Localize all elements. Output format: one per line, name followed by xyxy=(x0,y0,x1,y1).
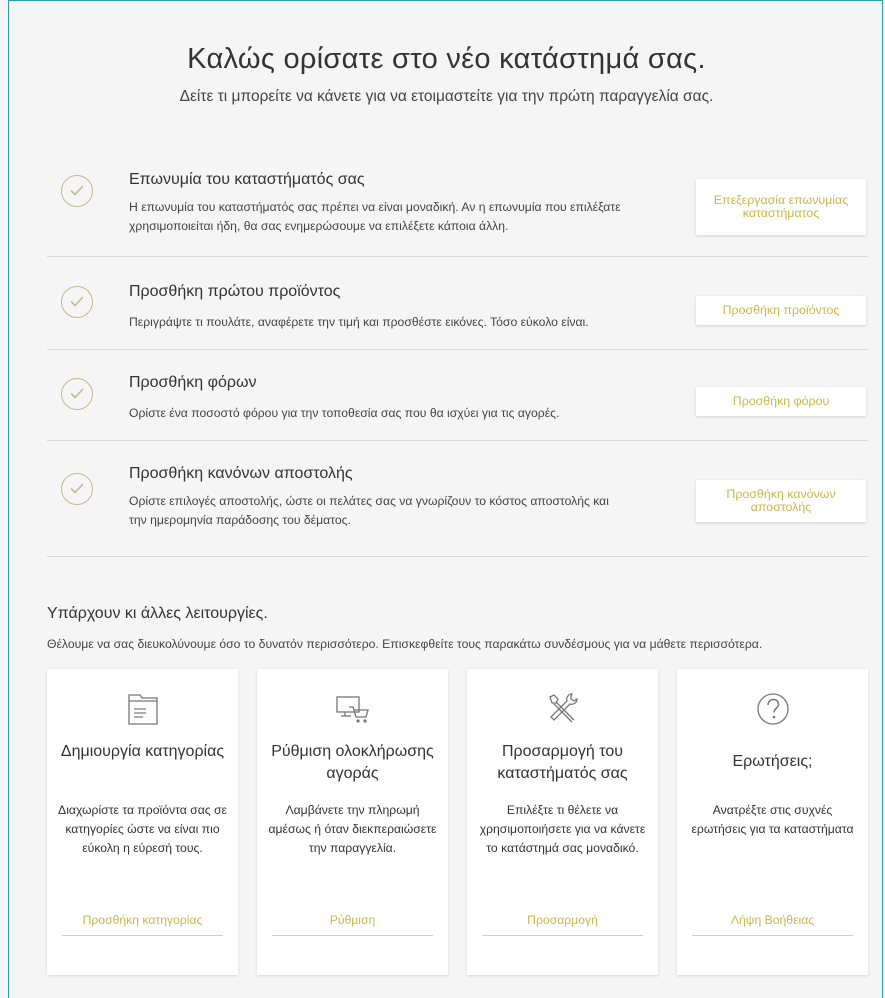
tools-icon xyxy=(467,689,658,729)
edit-store-name-button[interactable]: Επεξεργασία επωνυμίας καταστήματος xyxy=(696,179,866,235)
step-title: Προσθήκη πρώτου προϊόντος xyxy=(129,283,341,300)
card-title: Προσαρμογή του καταστήματός σας xyxy=(497,743,628,782)
card-description: Επιλέξτε τι θέλετε να χρησιμοποιήσετε γι… xyxy=(479,803,646,855)
folder-icon xyxy=(47,689,238,729)
step-description-line: Ορίστε επιλογές αποστολής, ώστε οι πελάτ… xyxy=(129,494,609,508)
card-questions: Ερωτήσεις; Ανατρέξτε στις συχνές ερωτήσε… xyxy=(677,669,868,975)
step-description-line: την ημερομηνία παράδοσης του δέματος. xyxy=(129,513,351,527)
step-shipping-rules: Προσθήκη κανόνων αποστολής Ορίστε επιλογ… xyxy=(47,441,868,557)
page-header: Καλώς ορίσατε στο νέο κατάστημά σας. Δεί… xyxy=(9,43,884,106)
setup-steps: Επωνυμία του καταστήματός σας Η επωνυμία… xyxy=(47,161,868,557)
page-title: Καλώς ορίσατε στο νέο κατάστημά σας. xyxy=(187,43,706,75)
check-circle-icon xyxy=(61,378,93,410)
card-create-category: Δημιουργία κατηγορίας Διαχωρίστε τα προϊ… xyxy=(47,669,238,975)
more-features: Υπάρχουν κι άλλες λειτουργίες. Θέλουμε ν… xyxy=(47,605,877,651)
add-category-link[interactable]: Προσθήκη κατηγορίας xyxy=(62,913,223,936)
card-title: Ερωτήσεις; xyxy=(732,753,813,770)
page-frame: Καλώς ορίσατε στο νέο κατάστημά σας. Δεί… xyxy=(8,0,883,998)
step-first-product: Προσθήκη πρώτου προϊόντος Περιγράψτε τι … xyxy=(47,257,868,350)
step-description: Ορίστε επιλογές αποστολής, ώστε οι πελάτ… xyxy=(129,492,669,530)
card-description: Λαμβάνετε την πληρωμή αμέσως ή όταν διεκ… xyxy=(268,803,437,855)
check-circle-icon xyxy=(61,175,93,207)
step-taxes: Προσθήκη φόρων Ορίστε ένα ποσοστό φόρου … xyxy=(47,350,868,441)
more-features-description: Θέλουμε να σας διευκολύνουμε όσο το δυνα… xyxy=(47,637,763,651)
check-circle-icon xyxy=(61,286,93,318)
step-text: Προσθήκη πρώτου προϊόντος Περιγράψτε τι … xyxy=(129,283,669,332)
setup-link[interactable]: Ρύθμιση xyxy=(272,913,433,936)
question-icon xyxy=(677,689,868,729)
more-features-title: Υπάρχουν κι άλλες λειτουργίες. xyxy=(47,605,268,622)
step-title: Προσθήκη φόρων xyxy=(129,374,257,391)
step-description: Ορίστε ένα ποσοστό φόρου για την τοποθεσ… xyxy=(129,406,560,420)
step-text: Επωνυμία του καταστήματός σας Η επωνυμία… xyxy=(129,171,669,236)
step-text: Προσθήκη φόρων Ορίστε ένα ποσοστό φόρου … xyxy=(129,374,669,423)
step-title: Επωνυμία του καταστήματός σας xyxy=(129,171,365,188)
check-circle-icon xyxy=(61,473,93,505)
card-description: Διαχωρίστε τα προϊόντα σας σε κατηγορίες… xyxy=(58,803,227,855)
step-text: Προσθήκη κανόνων αποστολής Ορίστε επιλογ… xyxy=(129,465,669,530)
step-description-line: Η επωνυμία του καταστήματός σας πρέπει ν… xyxy=(129,200,621,214)
step-store-name: Επωνυμία του καταστήματός σας Η επωνυμία… xyxy=(47,161,868,257)
add-shipping-rules-button[interactable]: Προσθήκη κανόνων αποστολής xyxy=(696,480,866,522)
add-product-button[interactable]: Προσθήκη προϊόντος xyxy=(696,296,866,325)
card-title: Δημιουργία κατηγορίας xyxy=(60,743,225,760)
card-description: Ανατρέξτε στις συχνές ερωτήσεις για τα κ… xyxy=(691,803,854,836)
step-description: Η επωνυμία του καταστήματός σας πρέπει ν… xyxy=(129,198,669,236)
step-description: Περιγράψτε τι πουλάτε, αναφέρετε την τιμ… xyxy=(129,315,589,329)
card-customize-store: Προσαρμογή του καταστήματός σας Επιλέξτε… xyxy=(467,669,658,975)
customize-link[interactable]: Προσαρμογή xyxy=(482,913,643,936)
step-description-line: χρησιμοποιείται ήδη, θα σας ενημερώσουμε… xyxy=(129,219,509,233)
card-title: Ρύθμιση ολοκλήρωσης αγοράς xyxy=(271,743,434,782)
feature-cards: Δημιουργία κατηγορίας Διαχωρίστε τα προϊ… xyxy=(47,669,868,975)
get-help-link[interactable]: Λήψη Βοήθειας xyxy=(692,913,853,936)
add-tax-button[interactable]: Προσθήκη φόρου xyxy=(696,387,866,416)
step-title: Προσθήκη κανόνων αποστολής xyxy=(129,465,353,482)
checkout-cart-icon xyxy=(257,689,448,729)
page-subtitle: Δείτε τι μπορείτε να κάνετε για να ετοιμ… xyxy=(179,88,714,105)
card-checkout-setup: Ρύθμιση ολοκλήρωσης αγοράς Λαμβάνετε την… xyxy=(257,669,448,975)
